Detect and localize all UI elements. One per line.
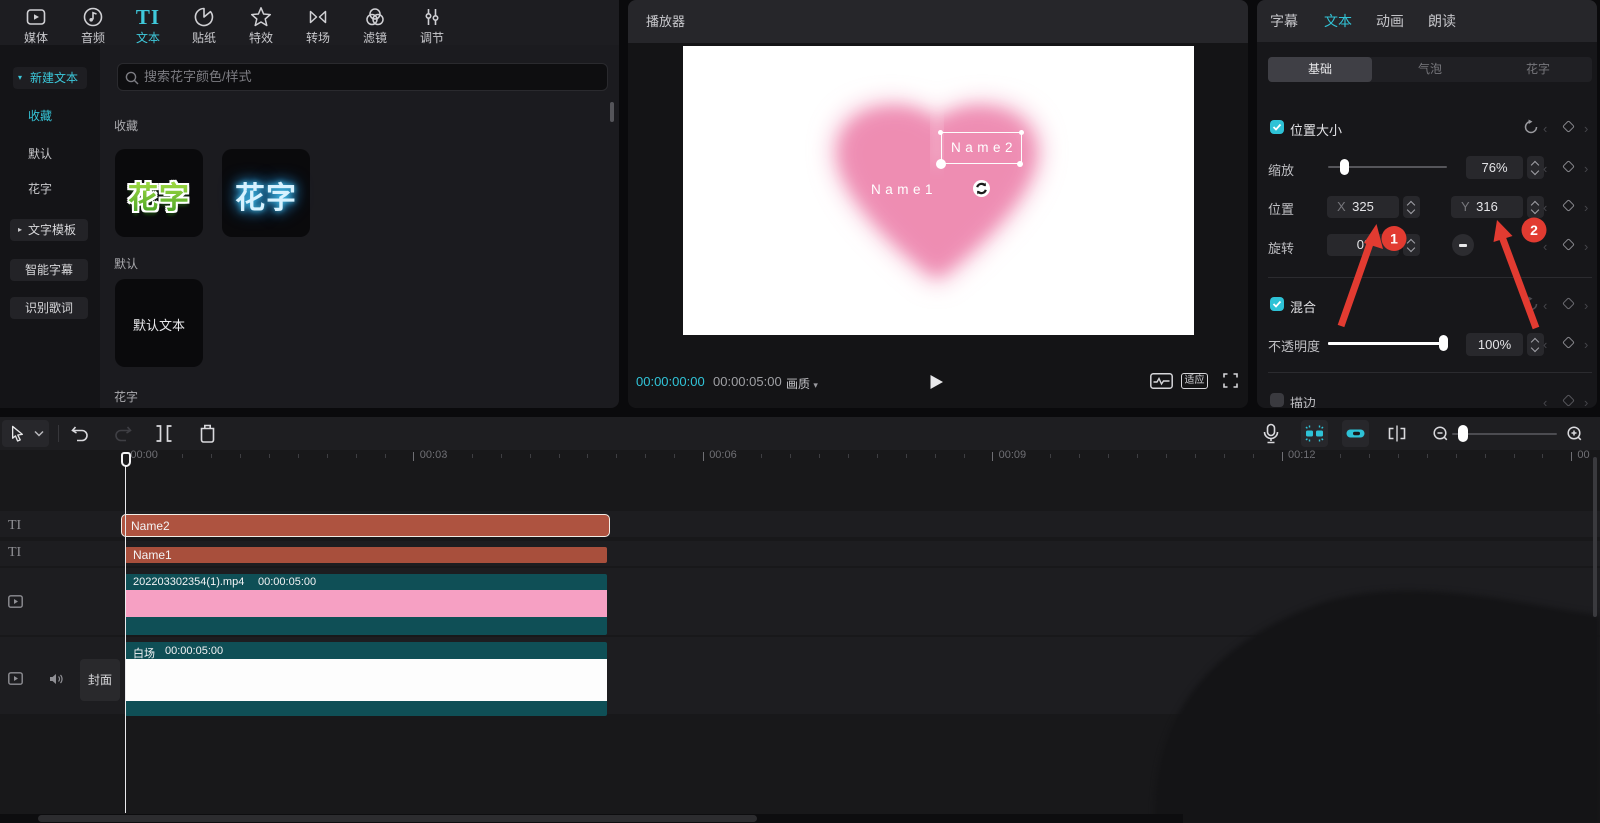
- svg-text:2: 2: [1530, 222, 1538, 238]
- svg-text:1: 1: [1390, 231, 1398, 247]
